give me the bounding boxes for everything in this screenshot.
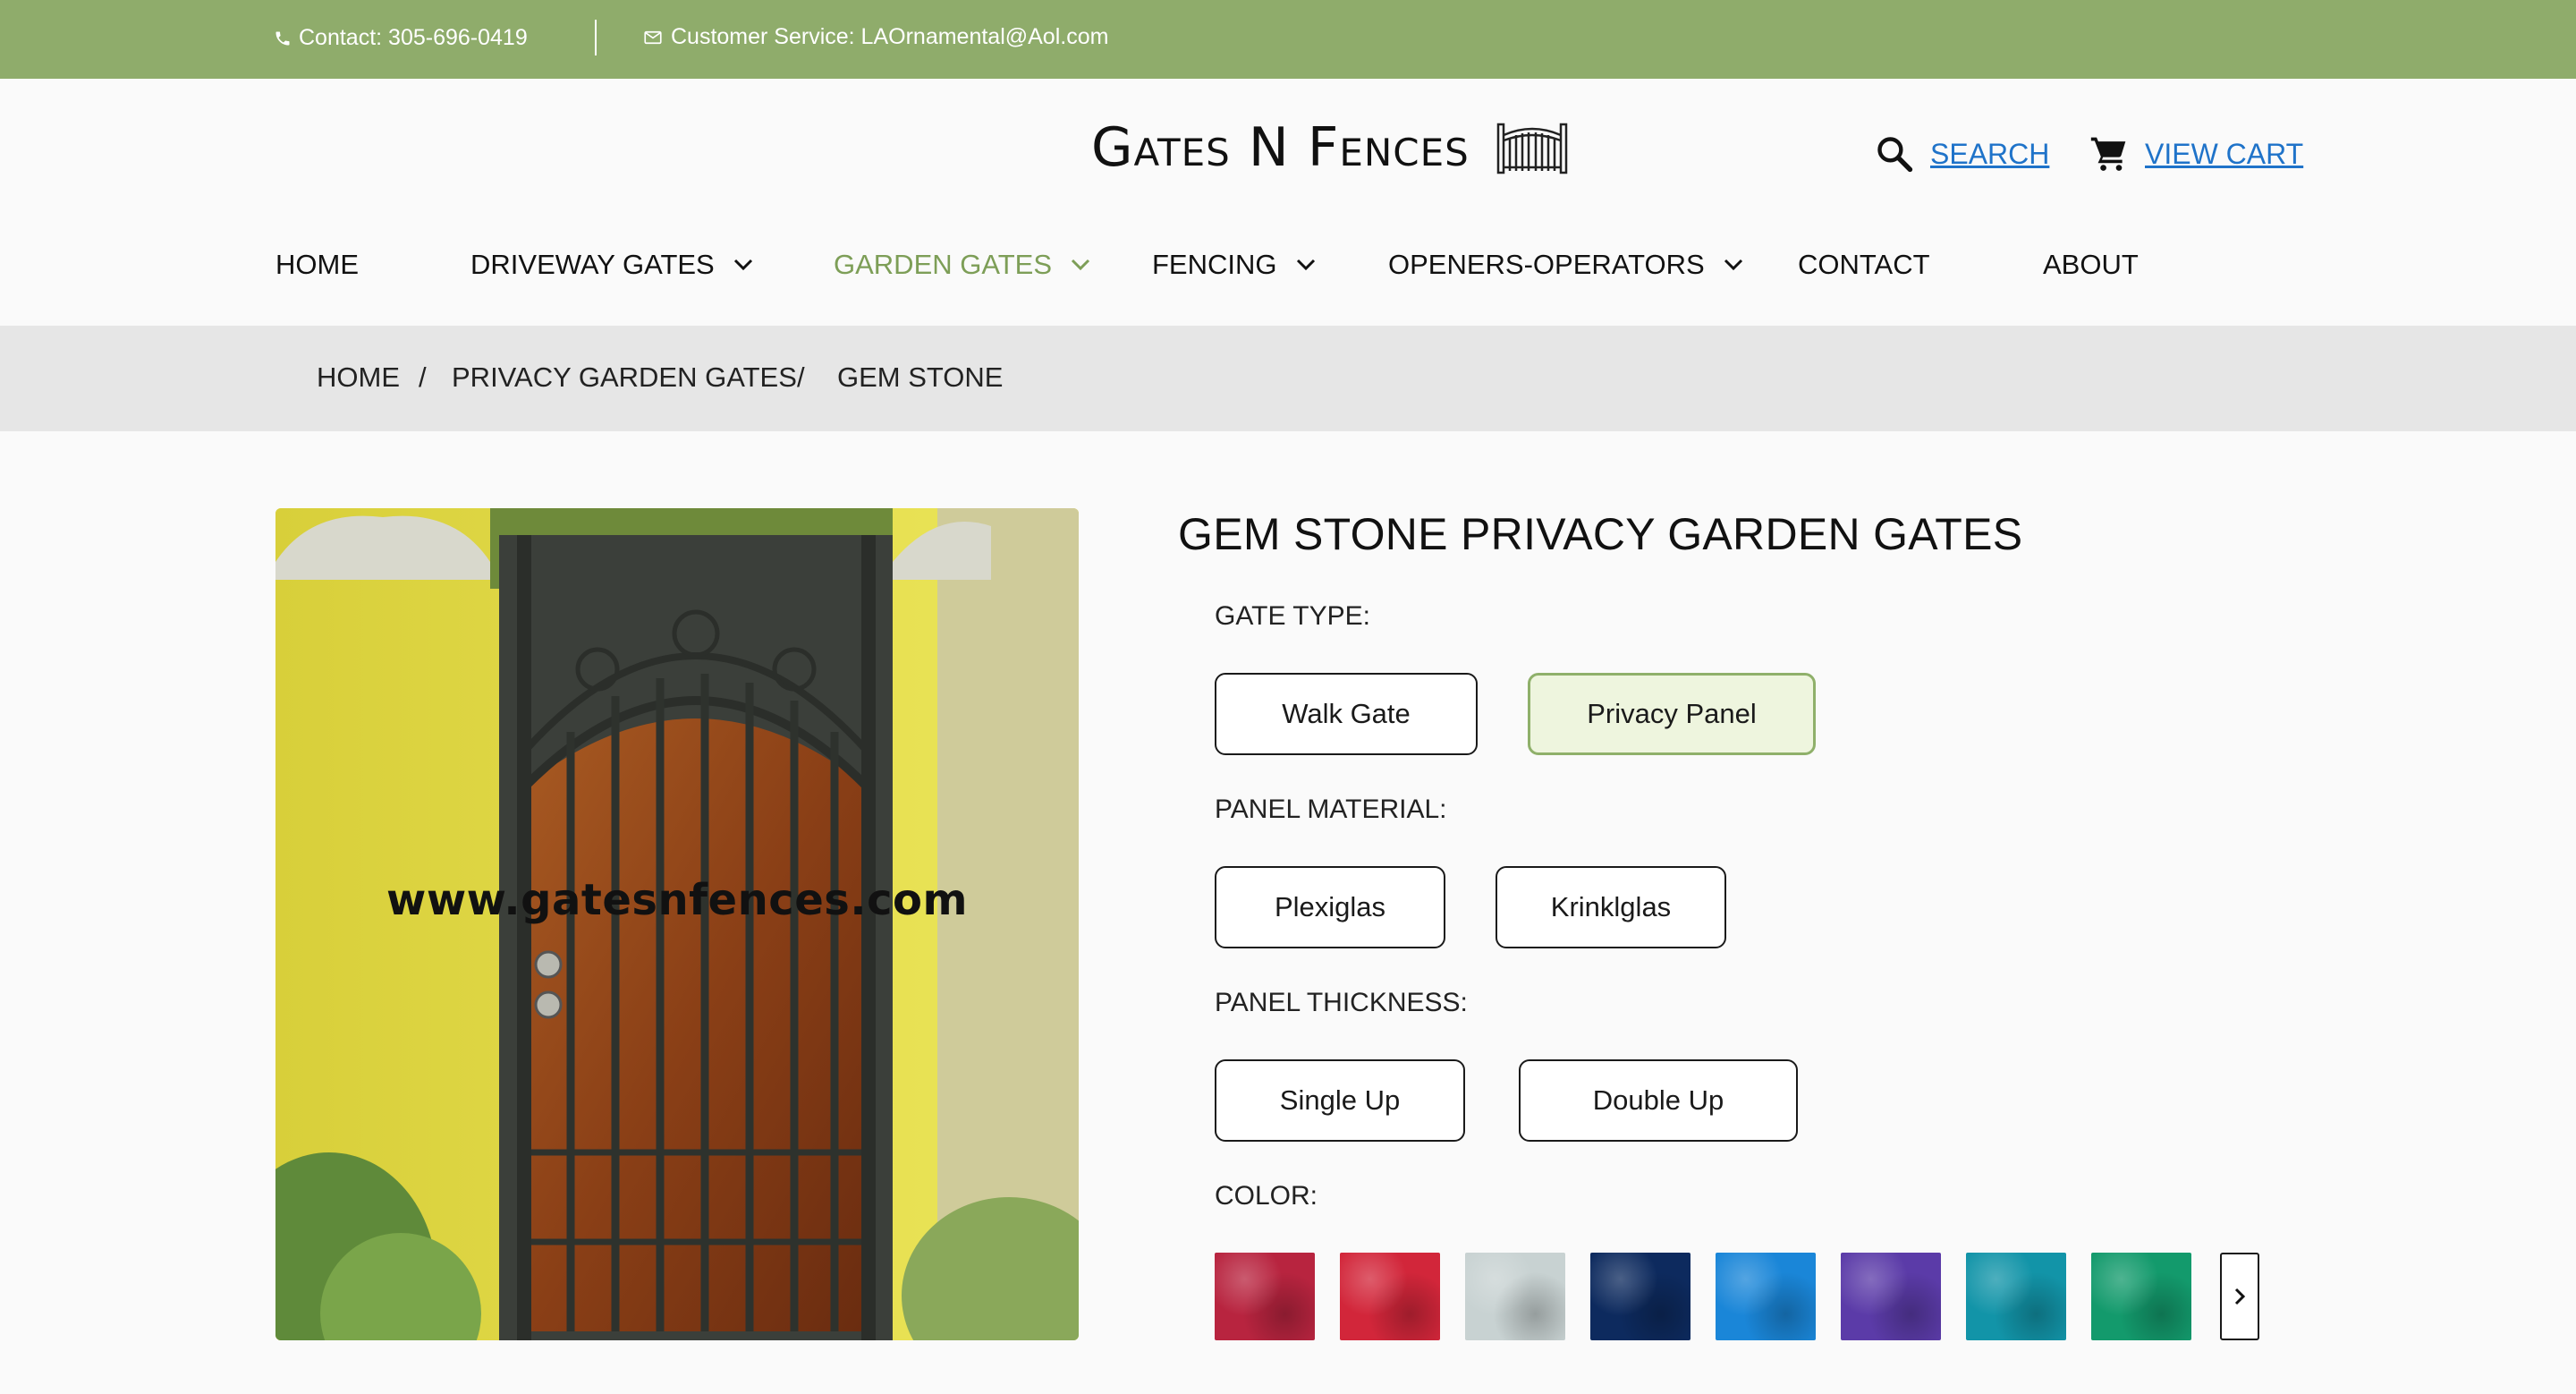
chevron-right-icon — [2234, 1288, 2246, 1305]
option-label: Plexiglas — [1274, 891, 1386, 922]
breadcrumb: HOME / PRIVACY GARDEN GATES / GEM STONE — [0, 326, 2576, 431]
cart-icon — [2090, 137, 2126, 171]
color-label: COLOR: — [1215, 1181, 1318, 1211]
product-title: GEM STONE PRIVACY GARDEN GATES — [1178, 509, 2023, 559]
search-link[interactable]: SEARCH — [1875, 134, 2049, 174]
panel-material-label: PANEL MATERIAL: — [1215, 795, 1447, 824]
option-walk-gate[interactable]: Walk Gate — [1215, 673, 1478, 755]
nav-item-home[interactable]: HOME — [275, 249, 359, 281]
nav-item-garden-gates[interactable]: GARDEN GATES — [834, 249, 1091, 281]
contact-info[interactable]: Contact: 305-696-0419 — [274, 25, 528, 51]
nav-item-openers-operators[interactable]: OPENERS-OPERATORS — [1388, 249, 1744, 281]
nav-item-fencing[interactable]: FENCING — [1152, 249, 1317, 281]
phone-icon — [275, 31, 290, 45]
nav-item-label: DRIVEWAY GATES — [470, 249, 715, 280]
gate-logo-icon — [1496, 123, 1568, 174]
chevron-down-icon — [1071, 259, 1090, 271]
color-swatch[interactable] — [1340, 1253, 1440, 1340]
nav-item-label: HOME — [275, 249, 359, 280]
option-plexiglas[interactable]: Plexiglas — [1215, 866, 1445, 948]
logo-text: Gates N Fences — [1091, 116, 1470, 179]
customer-service-info[interactable]: Customer Service: LAOrnamental@Aol.com — [644, 24, 1108, 50]
mail-icon — [644, 30, 662, 44]
breadcrumb-privacy-garden-gates[interactable]: PRIVACY GARDEN GATES — [452, 361, 797, 394]
color-swatch[interactable] — [2091, 1253, 2191, 1340]
site-logo[interactable]: Gates N Fences — [1091, 116, 1568, 179]
breadcrumb-separator: / — [797, 361, 805, 393]
service-text: Customer Service: LAOrnamental@Aol.com — [671, 24, 1109, 49]
product-image[interactable]: www.gatesnfences.com — [275, 508, 1079, 1340]
nav-item-label: CONTACT — [1798, 249, 1930, 280]
option-label: Walk Gate — [1282, 698, 1411, 729]
option-label: Single Up — [1279, 1084, 1401, 1116]
option-label: Krinklglas — [1550, 891, 1672, 922]
nav-item-driveway-gates[interactable]: DRIVEWAY GATES — [470, 249, 754, 281]
image-watermark: www.gatesnfences.com — [386, 875, 969, 925]
chevron-down-icon — [733, 259, 752, 271]
color-swatch[interactable] — [1465, 1253, 1565, 1340]
nav-item-label: ABOUT — [2043, 249, 2139, 280]
color-swatch[interactable] — [1966, 1253, 2066, 1340]
option-label: Double Up — [1592, 1084, 1724, 1116]
search-icon — [1877, 137, 1913, 173]
nav-item-about[interactable]: ABOUT — [2043, 249, 2139, 281]
panel-thickness-label: PANEL THICKNESS: — [1215, 988, 1468, 1017]
breadcrumb-home[interactable]: HOME — [317, 361, 400, 394]
chevron-down-icon — [1296, 259, 1315, 271]
view-cart-link[interactable]: VIEW CART — [2089, 134, 2303, 174]
option-double-up[interactable]: Double Up — [1519, 1059, 1798, 1142]
top-bar: Contact: 305-696-0419 Customer Service: … — [0, 0, 2576, 79]
option-label: Privacy Panel — [1587, 698, 1757, 729]
search-label: SEARCH — [1930, 137, 2050, 170]
color-swatch[interactable] — [1841, 1253, 1941, 1340]
nav-item-label: FENCING — [1152, 249, 1277, 280]
color-swatch[interactable] — [1590, 1253, 1690, 1340]
topbar-divider — [595, 20, 597, 55]
swatch-next-button[interactable] — [2220, 1253, 2259, 1340]
option-privacy-panel[interactable]: Privacy Panel — [1528, 673, 1816, 755]
chevron-down-icon — [1724, 259, 1742, 271]
main-nav: HOME DRIVEWAY GATES GARDEN GATES FENCING… — [0, 249, 2576, 292]
nav-item-label: OPENERS-OPERATORS — [1388, 249, 1705, 280]
nav-item-label: GARDEN GATES — [834, 249, 1053, 280]
option-single-up[interactable]: Single Up — [1215, 1059, 1465, 1142]
view-cart-label: VIEW CART — [2145, 137, 2304, 170]
color-swatch[interactable] — [1716, 1253, 1816, 1340]
breadcrumb-separator: / — [419, 361, 427, 393]
breadcrumb-current: GEM STONE — [837, 361, 1004, 393]
gate-type-label: GATE TYPE: — [1215, 601, 1370, 631]
contact-text: Contact: 305-696-0419 — [299, 25, 528, 50]
color-swatch[interactable] — [1215, 1253, 1315, 1340]
nav-item-contact[interactable]: CONTACT — [1798, 249, 1930, 281]
option-krinklglas[interactable]: Krinklglas — [1496, 866, 1726, 948]
